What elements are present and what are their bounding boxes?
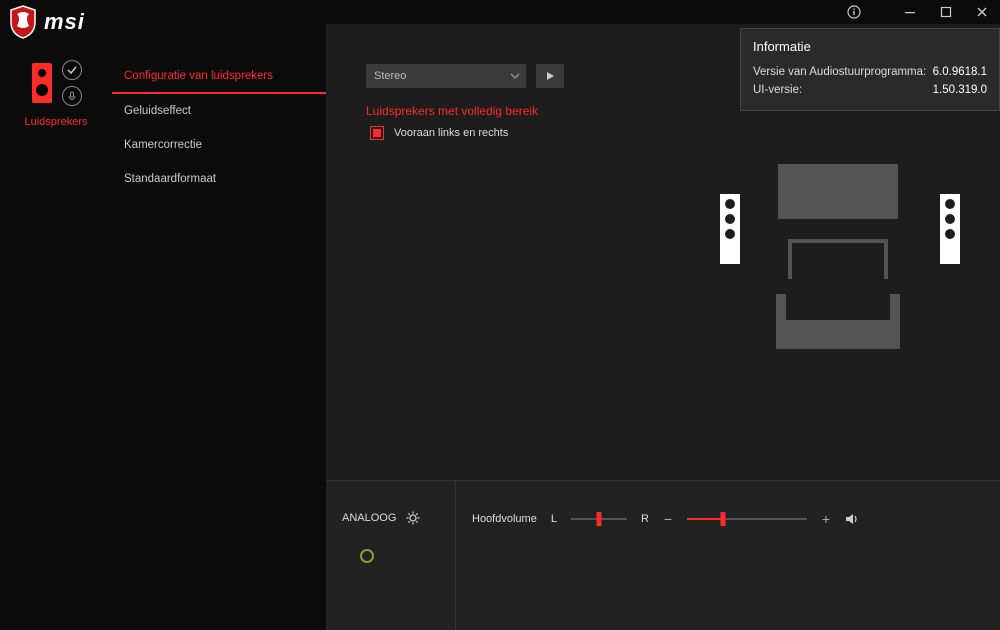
room-visual [720,164,960,374]
speaker-config-select[interactable]: Stereo [366,64,526,88]
maximize-button[interactable] [928,0,964,24]
balance-left-label: L [551,513,557,525]
mute-icon[interactable] [845,512,859,526]
gear-icon[interactable] [406,511,420,525]
left-speaker-visual[interactable] [720,194,740,264]
front-lr-label: Vooraan links en rechts [394,127,508,139]
connector-panel: ANALOOG [326,481,456,630]
titlebar [0,0,1000,24]
volume-down-button[interactable]: − [663,511,673,527]
checkbox-checked-icon [373,129,381,137]
device-default-toggle[interactable] [62,60,82,80]
info-title: Informatie [753,39,987,54]
nav-room-correction[interactable]: Kamercorrectie [112,128,326,162]
desk-top-visual [788,239,888,279]
device-label: Luidsprekers [25,116,88,128]
maximize-icon [940,6,952,18]
mic-icon [67,91,77,101]
balance-right-label: R [641,513,649,525]
device-sidebar: Luidsprekers [0,60,112,128]
minimize-button[interactable] [892,0,928,24]
app-logo: msi [8,4,85,40]
balance-slider[interactable] [571,513,627,525]
monitor-visual [778,164,898,219]
msi-shield-icon [8,4,38,40]
close-icon [976,6,988,18]
check-icon [67,65,77,75]
brand-text: msi [44,9,85,35]
settings-nav: Configuratie van luidsprekers Geluidseff… [112,60,326,196]
front-lr-checkbox[interactable] [370,126,384,140]
connector-label: ANALOOG [342,512,396,524]
nav-speaker-config[interactable]: Configuratie van luidsprekers [112,60,326,94]
volume-up-button[interactable]: + [821,511,831,527]
footer-panel: ANALOOG Hoofdvolume L R − [326,480,1000,630]
right-speaker-visual[interactable] [940,194,960,264]
driver-version-label: Versie van Audiostuurprogramma: [753,66,926,78]
speakers-icon[interactable] [30,63,54,103]
select-value: Stereo [374,70,406,82]
main-volume-label: Hoofdvolume [472,513,537,525]
volume-slider[interactable] [687,513,807,525]
driver-version-value: 6.0.9618.1 [933,66,987,78]
volume-panel: Hoofdvolume L R − + [456,481,1000,630]
main-panel: Stereo Luidsprekers met volledig bereik … [326,24,1000,480]
info-icon [847,5,861,19]
nav-sound-effect[interactable]: Geluidseffect [112,94,326,128]
ui-version-value: 1.50.319.0 [933,84,987,96]
info-button[interactable] [836,0,872,24]
chevron-down-icon [510,71,520,81]
device-mute-toggle[interactable] [62,86,82,106]
analog-jack-indicator[interactable] [360,549,374,563]
full-range-title: Luidsprekers met volledig bereik [366,104,538,118]
ui-version-label: UI-versie: [753,84,802,96]
close-button[interactable] [964,0,1000,24]
nav-default-format[interactable]: Standaardformaat [112,162,326,196]
play-icon [545,71,555,81]
minimize-icon [904,6,916,18]
test-play-button[interactable] [536,64,564,88]
info-panel: Informatie Versie van Audiostuurprogramm… [740,28,1000,111]
